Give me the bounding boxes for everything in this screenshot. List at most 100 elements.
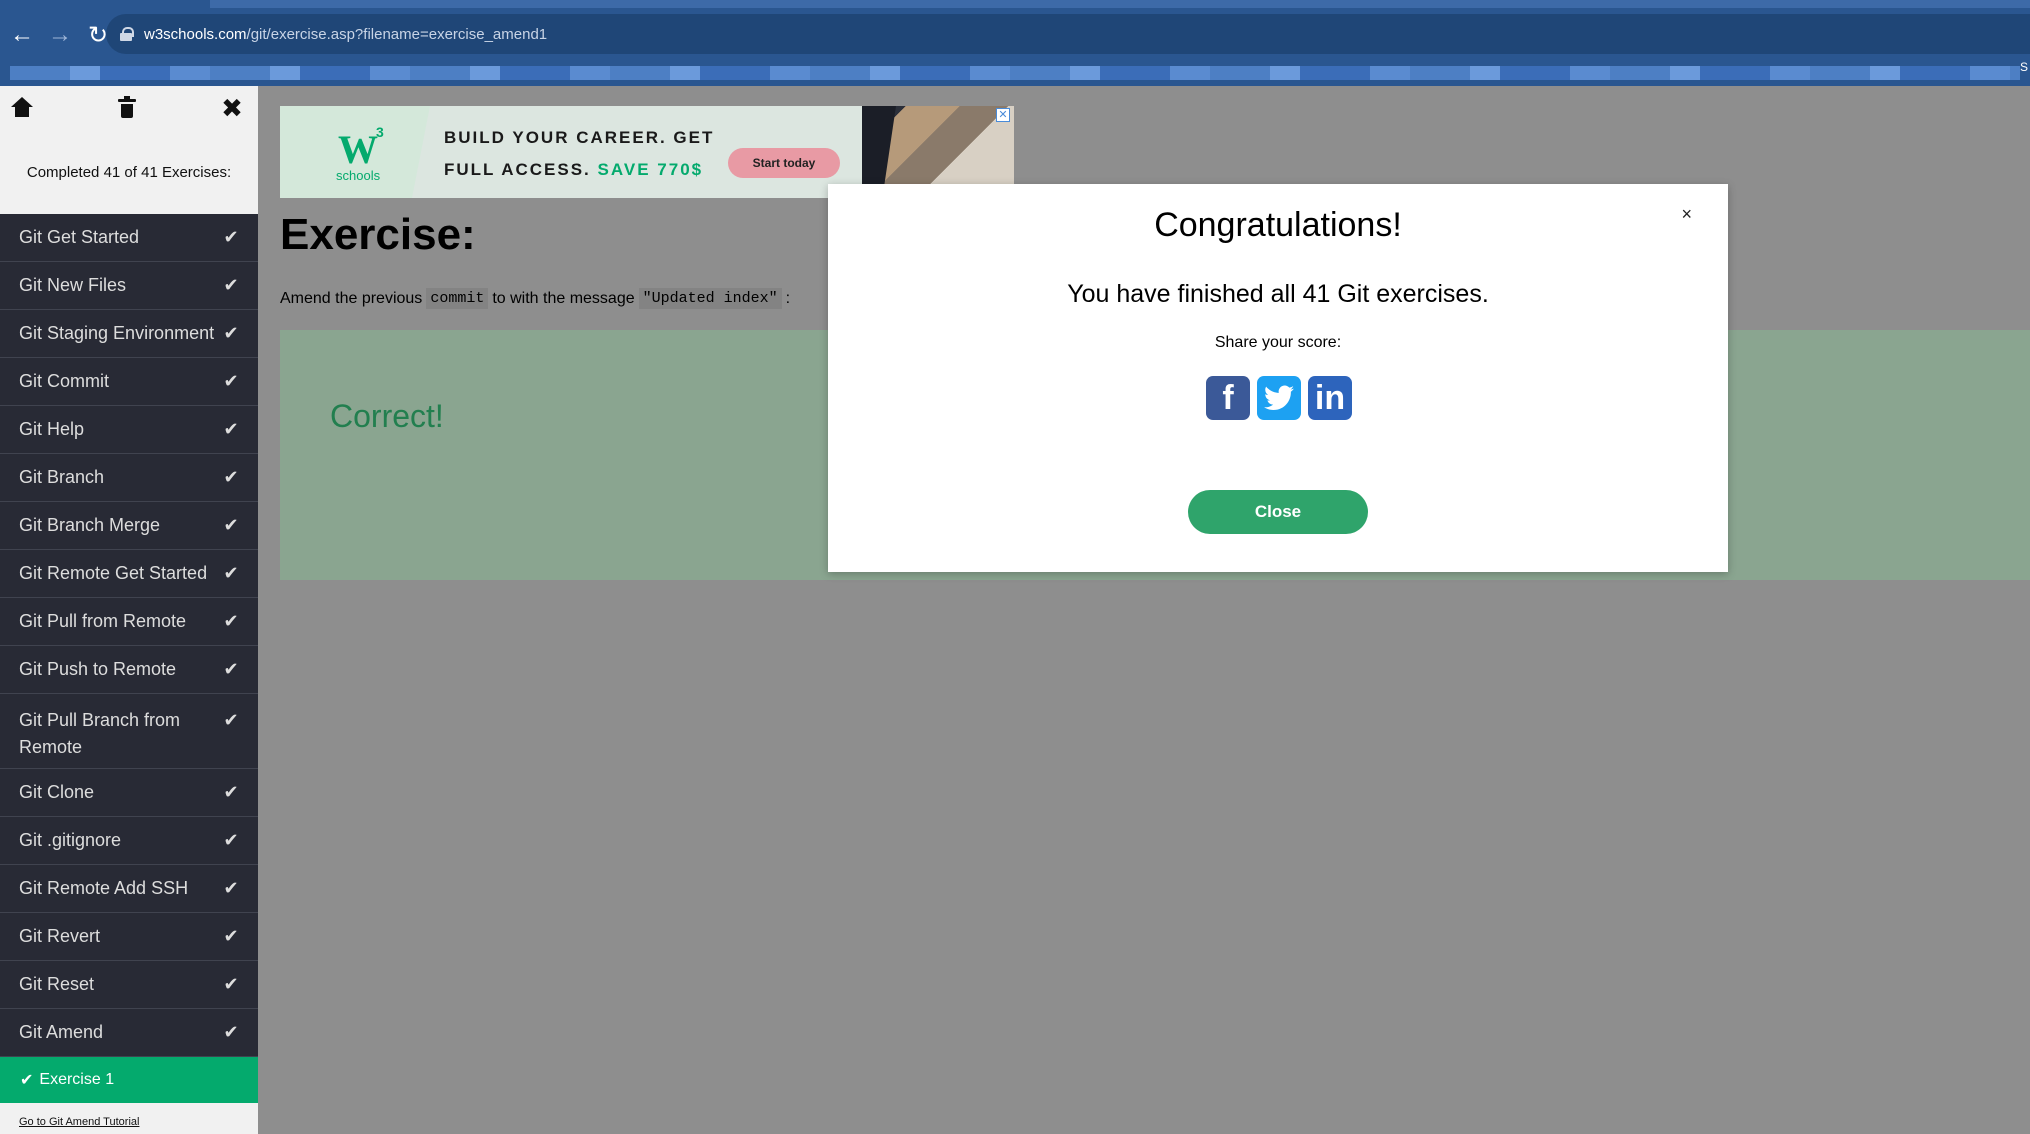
check-icon: ✔ [223,419,239,439]
browser-tab-strip [0,0,2030,10]
current-exercise-label: Exercise 1 [39,1071,115,1088]
ad-line-2-text: FULL ACCESS. [444,160,591,179]
ad-text: BUILD YOUR CAREER. GET FULL ACCESS. SAVE… [444,122,714,186]
modal-title: Congratulations! [1154,206,1402,244]
browser-toolbar: ← → ↻ w3schools.com /git/exercise.asp?fi… [0,10,2030,60]
sidebar-item-label: Git Clone [19,782,95,802]
check-icon: ✔ [223,611,239,631]
sidebar-item-label: Git Remote Get Started [19,563,208,583]
w3-logo-sup: 3 [376,124,384,140]
sidebar-item-label: Git Commit [19,371,109,391]
sidebar-item-git-pull-branch-from-remote[interactable]: Git Pull Branch from Remote ✔ [0,694,258,769]
sidebar-item-git-get-started[interactable]: Git Get Started ✔ [0,214,258,262]
sidebar-item-label: Git Staging Environment [19,323,215,343]
sidebar-item-git-gitignore[interactable]: Git .gitignore ✔ [0,817,258,865]
logo-schools-text: schools [336,168,381,183]
check-icon: ✔ [223,371,239,391]
sidebar-item-git-new-files[interactable]: Git New Files ✔ [0,262,258,310]
exercise-instructions: Amend the previous commit to with the me… [280,288,790,309]
sidebar-item-git-revert[interactable]: Git Revert ✔ [0,913,258,961]
linkedin-icon[interactable]: in [1308,376,1352,420]
sidebar-item-label: Git Get Started [19,227,140,247]
result-text: Correct! [330,398,444,434]
sidebar-current-exercise[interactable]: ✔ Exercise 1 [0,1057,258,1103]
sidebar-item-label: Git Remote Add SSH [19,878,189,898]
sidebar-item-git-commit[interactable]: Git Commit ✔ [0,358,258,406]
address-bar[interactable]: w3schools.com /git/exercise.asp?filename… [106,14,2030,54]
url-host: w3schools.com [144,25,247,43]
check-icon: ✔ [223,275,239,295]
check-icon: ✔ [223,227,239,247]
check-icon: ✔ [223,926,239,946]
ad-line-1: BUILD YOUR CAREER. GET [444,128,715,147]
check-icon: ✔ [223,878,239,898]
check-icon: ✔ [223,323,239,343]
check-icon: ✔ [223,467,239,487]
check-icon: ✔ [223,1022,239,1042]
check-icon: ✔ [223,563,239,583]
sidebar-item-label: Git Revert [19,926,101,946]
back-arrow-icon[interactable]: ← [6,19,38,51]
tutorial-link[interactable]: Go to Git Amend Tutorial [0,1103,258,1134]
close-icon[interactable]: ✖ [220,95,244,121]
sidebar-item-git-branch[interactable]: Git Branch ✔ [0,454,258,502]
browser-tabs[interactable] [210,0,2030,8]
sidebar-item-git-clone[interactable]: Git Clone ✔ [0,769,258,817]
ad-line-2: FULL ACCESS. SAVE 770$ [444,154,714,186]
trash-icon[interactable] [115,96,139,120]
start-today-button[interactable]: Start today [728,148,840,178]
completed-count: Completed 41 of 41 Exercises: [26,163,232,181]
sidebar-item-label: Git Pull from Remote [19,611,187,631]
sidebar-item-git-pull-from-remote[interactable]: Git Pull from Remote ✔ [0,598,258,646]
forward-arrow-icon[interactable]: → [44,19,76,51]
sidebar-item-git-push-to-remote[interactable]: Git Push to Remote ✔ [0,646,258,694]
check-icon: ✔ [223,974,239,994]
w3-logo-mark: W [338,127,378,172]
exercise-sidebar: ✖ Completed 41 of 41 Exercises: Git Get … [0,86,258,1134]
close-button[interactable]: Close [1188,490,1368,534]
instruction-code-1: commit [426,288,489,309]
sidebar-header: ✖ Completed 41 of 41 Exercises: [0,86,258,214]
instruction-text-2: to with the message [492,289,635,307]
twitter-icon[interactable] [1257,376,1301,420]
sidebar-item-git-help[interactable]: Git Help ✔ [0,406,258,454]
bookmarks-bar: S [0,60,2030,86]
instruction-text-3: : [785,289,791,307]
sidebar-item-git-reset[interactable]: Git Reset ✔ [0,961,258,1009]
sidebar-item-label: Git Branch [19,467,105,487]
check-icon: ✔ [20,1072,34,1089]
sidebar-item-git-remote-get-started[interactable]: Git Remote Get Started ✔ [0,550,258,598]
check-icon: ✔ [223,515,239,535]
instruction-text-1: Amend the previous [280,289,423,307]
check-icon: ✔ [223,830,239,850]
social-share-buttons: f in [1206,376,1352,420]
sidebar-item-git-amend[interactable]: Git Amend ✔ [0,1009,258,1057]
ad-close-icon[interactable]: ✕ [996,108,1010,122]
check-icon: ✔ [223,710,239,730]
sidebar-item-label: Git Help [19,419,85,439]
bookmark-overflow[interactable]: S [2020,60,2028,74]
url-path: /git/exercise.asp?filename=exercise_amen… [246,25,548,43]
sidebar-item-label: Git Push to Remote [19,659,177,679]
modal-message: You have finished all 41 Git exercises. [1067,280,1489,308]
instruction-code-2: "Updated index" [638,288,782,309]
exercise-list: Git Get Started ✔ Git New Files ✔ Git Stag… [0,214,258,1057]
exercise-title: Exercise: [280,210,476,259]
share-score-label: Share your score: [1214,334,1342,351]
sidebar-item-label: Git Reset [19,974,95,994]
lock-icon [120,27,134,41]
sidebar-item-git-remote-add-ssh[interactable]: Git Remote Add SSH ✔ [0,865,258,913]
bookmark-items[interactable] [10,66,2020,80]
sidebar-item-label: Git New Files [19,275,127,295]
sidebar-item-git-staging-environment[interactable]: Git Staging Environment ✔ [0,310,258,358]
ad-save-text: SAVE 770$ [597,160,704,179]
check-icon: ✔ [223,659,239,679]
home-icon[interactable] [10,96,34,120]
sidebar-item-git-branch-merge[interactable]: Git Branch Merge ✔ [0,502,258,550]
facebook-icon[interactable]: f [1206,376,1250,420]
sidebar-item-label: Git Branch Merge [19,515,161,535]
congratulations-modal: × Congratulations! You have finished all… [828,184,1728,572]
sidebar-item-label: Git Pull Branch from Remote [19,710,181,757]
sidebar-item-label: Git .gitignore [19,830,122,850]
check-icon: ✔ [223,782,239,802]
